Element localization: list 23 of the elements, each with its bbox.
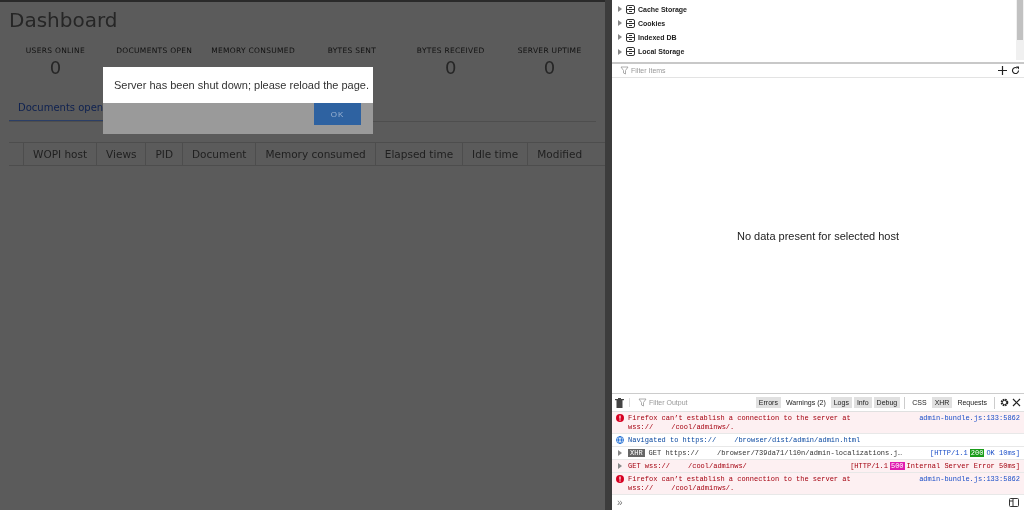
database-icon: [626, 4, 635, 14]
close-icon[interactable]: [1012, 398, 1021, 407]
database-icon: [626, 47, 635, 57]
empty-message: No data present for selected host: [736, 229, 899, 242]
database-icon: [626, 18, 635, 28]
plus-icon[interactable]: [998, 66, 1007, 75]
filter-icon: [638, 398, 647, 407]
console-prompt[interactable]: »: [617, 497, 623, 508]
dialog-message: Server has been shut down; please reload the page.: [103, 67, 373, 103]
scrollbar[interactable]: [1016, 0, 1024, 60]
expand-triangle-icon[interactable]: [617, 6, 623, 13]
database-icon: [626, 32, 635, 42]
globe-icon: [616, 436, 624, 444]
split-console-icon[interactable]: [1009, 498, 1019, 507]
refresh-icon[interactable]: [1011, 66, 1020, 75]
error-icon: [616, 475, 624, 483]
filter-icon: [620, 66, 629, 75]
error-icon: [616, 414, 624, 422]
trash-icon[interactable]: [615, 397, 624, 408]
expand-triangle-icon[interactable]: [617, 48, 623, 55]
expand-triangle-icon[interactable]: [617, 34, 623, 41]
expand-triangle-icon[interactable]: [617, 20, 623, 27]
settings-icon[interactable]: [999, 397, 1010, 408]
